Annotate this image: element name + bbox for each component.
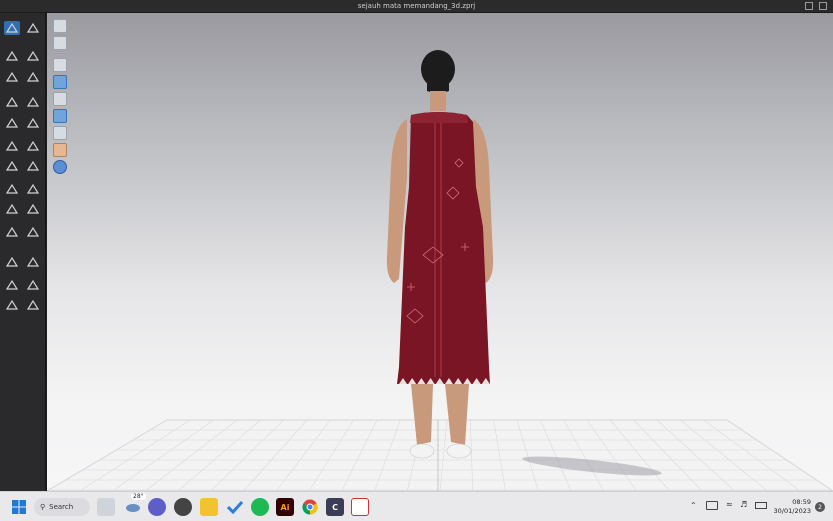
keyboard-icon[interactable]: [706, 501, 718, 510]
clo3d-window: sejauh mata memandang_3d.zprj ⚲ Search 2…: [0, 0, 833, 521]
windows-taskbar: ⚲ Search 28° Ai C ⌃ ≈ ♬ 08:59 30/01/2023: [0, 491, 833, 521]
clo3d-icon[interactable]: C: [326, 498, 344, 516]
segment-icon[interactable]: [4, 70, 20, 84]
avatar-icon[interactable]: [4, 255, 20, 269]
battery-icon[interactable]: [755, 502, 767, 509]
taskbar-search[interactable]: ⚲ Search: [34, 498, 90, 516]
notification-badge[interactable]: 2: [815, 502, 825, 512]
illustrator-icon[interactable]: Ai: [276, 498, 294, 516]
pen-icon[interactable]: [4, 159, 20, 173]
title-bar: sejauh mata memandang_3d.zprj: [0, 0, 833, 13]
surface-icon[interactable]: [53, 126, 67, 140]
pleat-icon[interactable]: [4, 298, 20, 312]
transform-icon[interactable]: [25, 21, 41, 35]
clock-app-icon[interactable]: [174, 498, 192, 516]
window-title: sejauh mata memandang_3d.zprj: [357, 2, 476, 10]
pin-icon[interactable]: [4, 116, 20, 130]
move-icon[interactable]: [25, 49, 41, 63]
minimize-button[interactable]: [805, 2, 813, 10]
arrange-icon[interactable]: [25, 70, 41, 84]
teams-icon[interactable]: [148, 498, 166, 516]
system-clock[interactable]: 08:59 30/01/2023: [774, 498, 811, 516]
maximize-button[interactable]: [819, 2, 827, 10]
measure-icon[interactable]: [4, 139, 20, 153]
todo-icon[interactable]: [226, 498, 244, 516]
weather-temperature: 28°: [131, 493, 146, 500]
button-icon[interactable]: [4, 202, 20, 216]
zipper-icon[interactable]: [25, 202, 41, 216]
search-icon: ⚲: [40, 503, 46, 511]
chrome-icon[interactable]: [301, 498, 319, 516]
windows-start-icon[interactable]: [10, 498, 28, 516]
sew-icon[interactable]: [4, 95, 20, 109]
trim-icon[interactable]: [25, 182, 41, 196]
brush-icon[interactable]: [4, 225, 20, 239]
puckering-icon[interactable]: [4, 278, 20, 292]
3d-viewport[interactable]: [47, 13, 833, 491]
fabric-icon[interactable]: [25, 255, 41, 269]
stitch-icon[interactable]: [25, 159, 41, 173]
fit-map-icon[interactable]: [53, 109, 67, 123]
file-explorer-icon[interactable]: [200, 498, 218, 516]
tack-icon[interactable]: [25, 116, 41, 130]
show-avatar-icon[interactable]: [53, 75, 67, 89]
show-hidden-icons-icon[interactable]: ⌃: [690, 501, 697, 510]
search-label: Search: [49, 503, 74, 511]
tuck-icon[interactable]: [25, 139, 41, 153]
skin-icon[interactable]: [53, 143, 67, 157]
select-icon[interactable]: [4, 21, 20, 35]
volume-icon[interactable]: ♬: [740, 500, 747, 509]
texture-view-icon[interactable]: [53, 36, 67, 50]
illustrator-label: Ai: [280, 502, 290, 512]
show-garment-icon[interactable]: [53, 92, 67, 106]
clock-time: 08:59: [792, 498, 811, 506]
window-controls: [805, 2, 827, 10]
task-view-icon[interactable]: [97, 498, 115, 516]
layer-icon[interactable]: [25, 225, 41, 239]
left-toolbar: [0, 13, 46, 491]
clock-date: 30/01/2023: [773, 507, 811, 515]
elastic-icon[interactable]: [25, 298, 41, 312]
edit-pattern-icon[interactable]: [4, 49, 20, 63]
texture-icon[interactable]: [4, 182, 20, 196]
snipping-icon[interactable]: [351, 498, 369, 516]
spotify-icon[interactable]: [251, 498, 269, 516]
viewport-display-tools: [53, 19, 67, 177]
avatar-with-dress[interactable]: [377, 47, 507, 472]
topstitch-icon[interactable]: [25, 278, 41, 292]
camera-icon[interactable]: [53, 19, 67, 33]
weather-icon[interactable]: [124, 498, 142, 516]
wifi-icon[interactable]: ≈: [726, 500, 733, 509]
environment-icon[interactable]: [53, 160, 67, 174]
pose-icon[interactable]: [53, 58, 67, 72]
fold-icon[interactable]: [25, 95, 41, 109]
